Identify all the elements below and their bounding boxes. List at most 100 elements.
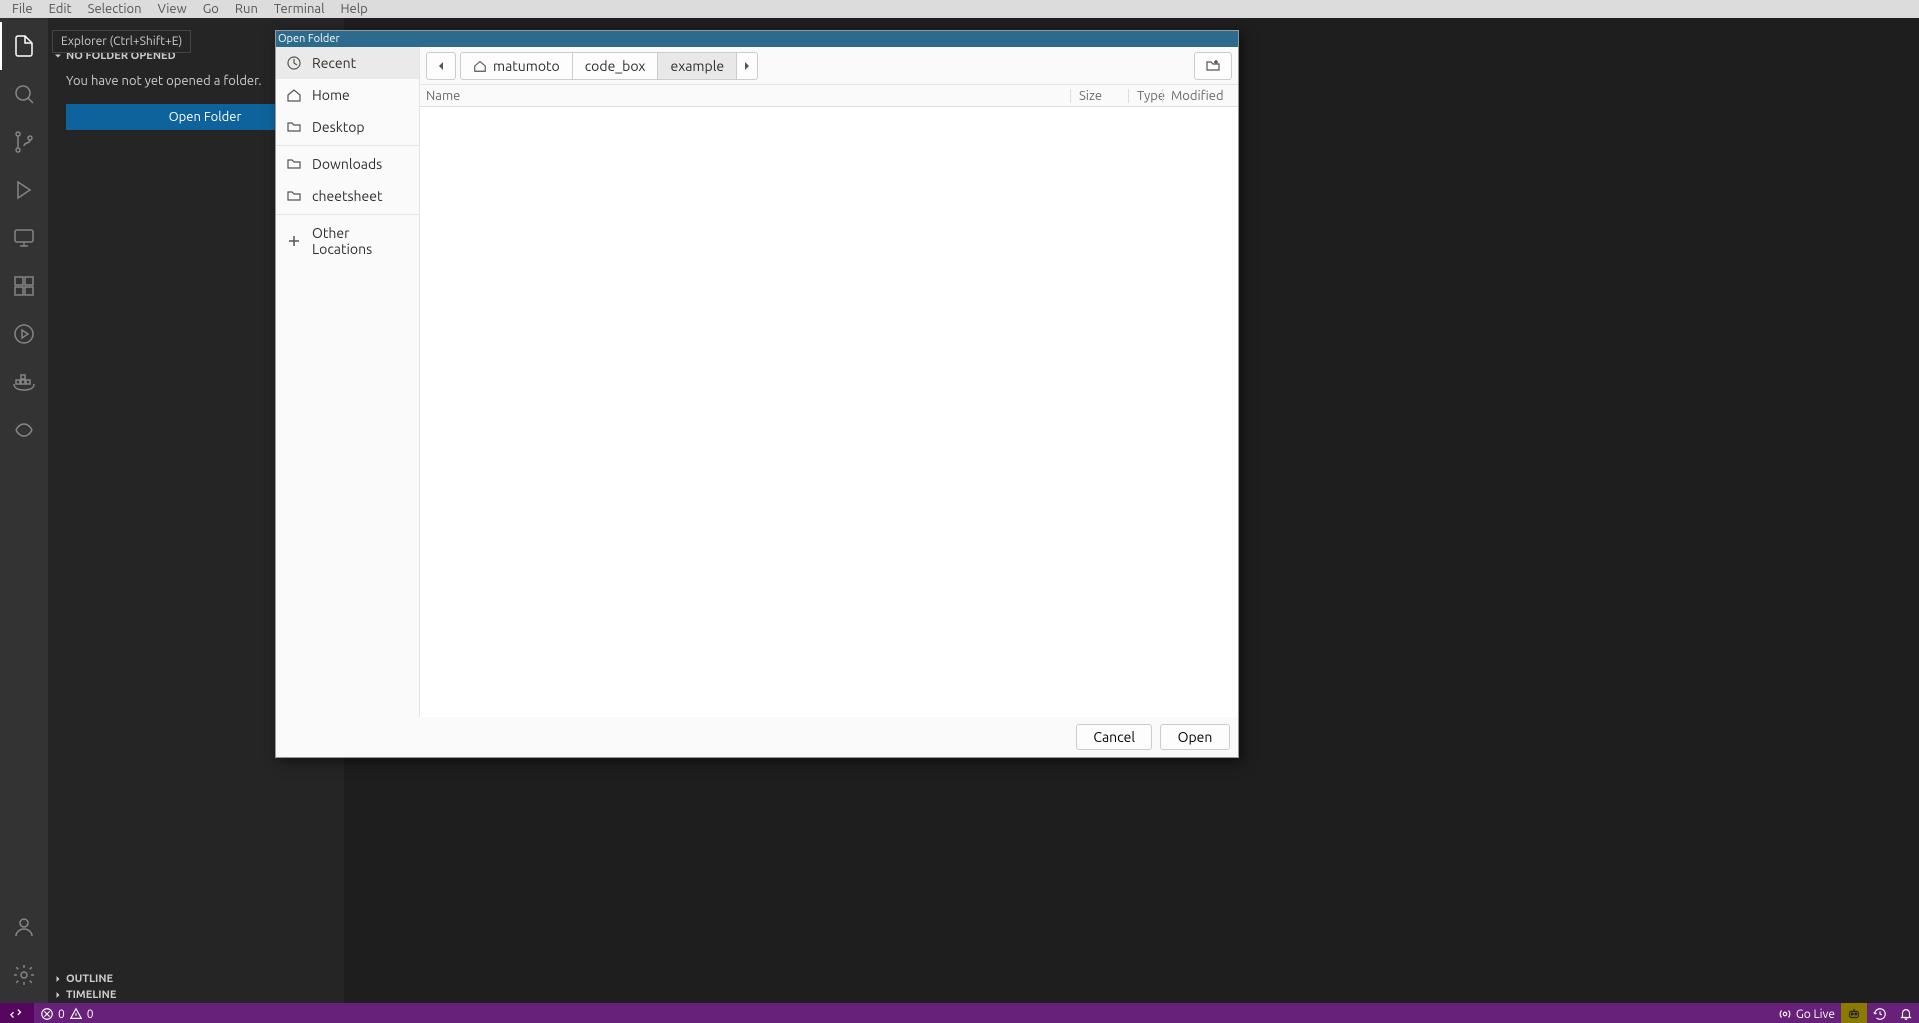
place-other-locations[interactable]: Other Locations (276, 217, 419, 265)
activity-share[interactable] (0, 406, 48, 454)
column-size[interactable]: Size (1070, 89, 1128, 103)
branch-icon (12, 130, 36, 154)
files-icon (12, 34, 36, 58)
file-list[interactable] (420, 107, 1238, 717)
warnings-count: 0 (87, 1008, 94, 1021)
menu-view[interactable]: View (150, 0, 195, 18)
gear-icon (12, 963, 36, 987)
triangle-left-icon (437, 61, 445, 71)
robot-icon (1847, 1007, 1861, 1021)
place-downloads[interactable]: Downloads (276, 148, 419, 180)
home-icon (473, 59, 487, 73)
menu-edit[interactable]: Edit (41, 0, 80, 18)
play-bug-icon (12, 178, 36, 202)
broadcast-icon (1778, 1007, 1792, 1021)
warning-icon (69, 1007, 83, 1021)
status-copilot[interactable] (1841, 1003, 1867, 1023)
places-separator (276, 214, 419, 215)
dialog-titlebar[interactable]: Open Folder (276, 31, 1238, 47)
status-golive[interactable]: Go Live (1772, 1003, 1841, 1023)
column-modified-label: Modified (1171, 89, 1224, 103)
activity-remote[interactable] (0, 214, 48, 262)
place-desktop[interactable]: Desktop (276, 111, 419, 143)
column-name[interactable]: Name (424, 89, 1070, 103)
outline-section[interactable]: OUTLINE (48, 971, 344, 987)
breadcrumb-expand[interactable] (737, 53, 757, 79)
place-downloads-label: Downloads (312, 156, 382, 172)
activity-run-debug[interactable] (0, 166, 48, 214)
menu-terminal[interactable]: Terminal (266, 0, 333, 18)
place-recent[interactable]: Recent (276, 47, 419, 79)
breadcrumb-home[interactable]: matumoto (461, 53, 573, 79)
status-remote[interactable] (0, 1003, 34, 1023)
menu-run[interactable]: Run (227, 0, 266, 18)
errors-count: 0 (58, 1008, 65, 1021)
timeline-section[interactable]: TIMELINE (48, 987, 344, 1003)
explorer-tooltip: Explorer (Ctrl+Shift+E) (52, 30, 191, 53)
dialog-footer: Cancel Open (276, 717, 1238, 757)
activity-source-control[interactable] (0, 118, 48, 166)
cancel-button[interactable]: Cancel (1076, 724, 1152, 750)
place-cheetsheet-label: cheetsheet (312, 188, 383, 204)
outline-label: OUTLINE (66, 973, 113, 985)
activity-bar (0, 18, 48, 1003)
breadcrumb-1-label: code_box (585, 58, 646, 74)
status-bell[interactable] (1893, 1003, 1919, 1023)
column-type[interactable]: Type (1128, 89, 1162, 103)
breadcrumb-1[interactable]: code_box (573, 53, 659, 79)
place-recent-label: Recent (312, 55, 356, 71)
breadcrumb-2-label: example (670, 58, 724, 74)
activity-extensions[interactable] (0, 262, 48, 310)
triangle-right-icon (743, 61, 751, 71)
breadcrumb-bar: matumoto code_box example (460, 52, 758, 80)
dialog-title: Open Folder (278, 33, 340, 45)
timeline-label: TIMELINE (66, 989, 116, 1001)
chevron-right-icon (52, 989, 64, 1001)
file-list-header: Name Size Type Modified (420, 85, 1238, 107)
activity-docker[interactable] (0, 358, 48, 406)
open-button[interactable]: Open (1160, 724, 1230, 750)
new-folder-button[interactable] (1194, 52, 1232, 80)
menu-file[interactable]: File (4, 0, 41, 18)
folder-icon (286, 119, 302, 135)
plus-icon (286, 233, 302, 249)
docker-icon (12, 370, 36, 394)
menu-help[interactable]: Help (332, 0, 375, 18)
beaker-icon (12, 322, 36, 346)
history-icon (1873, 1007, 1887, 1021)
place-cheetsheet[interactable]: cheetsheet (276, 180, 419, 212)
menu-selection[interactable]: Selection (80, 0, 150, 18)
activity-search[interactable] (0, 70, 48, 118)
places-separator (276, 145, 419, 146)
clock-icon (286, 55, 302, 71)
status-problems[interactable]: 0 0 (34, 1003, 100, 1023)
dialog-toolbar: matumoto code_box example (420, 47, 1238, 85)
place-home-label: Home (312, 87, 350, 103)
error-icon (40, 1007, 54, 1021)
back-button[interactable] (426, 52, 456, 80)
menubar: File Edit Selection View Go Run Terminal… (0, 0, 1919, 18)
activity-explorer[interactable] (0, 22, 48, 70)
activity-settings[interactable] (0, 951, 48, 999)
extensions-icon (12, 274, 36, 298)
open-folder-dialog: Open Folder Recent Home Desktop Download… (275, 30, 1239, 758)
folder-icon (286, 188, 302, 204)
menu-go[interactable]: Go (195, 0, 227, 18)
place-other-label: Other Locations (312, 225, 409, 257)
place-home[interactable]: Home (276, 79, 419, 111)
chevron-right-icon (52, 973, 64, 985)
activity-account[interactable] (0, 903, 48, 951)
activity-testing[interactable] (0, 310, 48, 358)
place-desktop-label: Desktop (312, 119, 365, 135)
breadcrumb-2[interactable]: example (658, 53, 737, 79)
search-icon (12, 82, 36, 106)
status-bar: 0 0 Go Live (0, 1003, 1919, 1023)
remote-monitor-icon (12, 226, 36, 250)
new-folder-icon (1205, 58, 1221, 74)
status-history[interactable] (1867, 1003, 1893, 1023)
remote-icon (10, 1007, 24, 1021)
column-modified[interactable]: Modified (1162, 89, 1234, 103)
golive-label: Go Live (1796, 1008, 1835, 1021)
folder-icon (286, 156, 302, 172)
bell-icon (1899, 1007, 1913, 1021)
